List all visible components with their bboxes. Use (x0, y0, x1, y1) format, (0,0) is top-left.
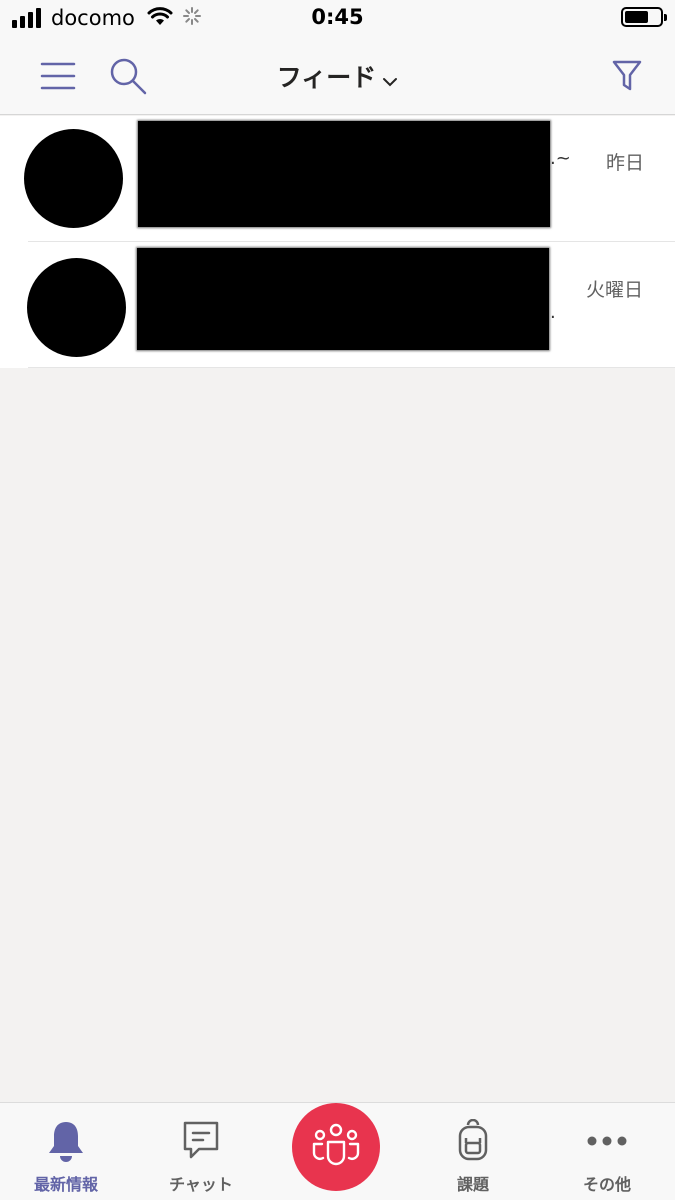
backpack-icon (418, 1117, 528, 1165)
tab-label: 最新情報 (33, 1175, 98, 1194)
feed-item[interactable]: .~ 昨日 (0, 116, 675, 242)
divider (28, 367, 675, 368)
tab-more[interactable]: その他 (552, 1103, 662, 1200)
tab-assignments[interactable]: 課題 (418, 1103, 528, 1200)
page-title: フィード (276, 63, 377, 92)
chat-icon (146, 1117, 256, 1165)
redacted-content (138, 121, 550, 227)
truncation-mark: .~ (550, 148, 571, 169)
app-header: フィード (0, 36, 675, 115)
feed-item-time: 火曜日 (585, 279, 643, 301)
status-bar: docomo 0:45 (0, 0, 675, 36)
feed-item[interactable]: . 火曜日 (0, 242, 675, 368)
feed-item-time: 昨日 (605, 152, 644, 174)
more-icon (552, 1117, 662, 1165)
status-time: 0:45 (311, 5, 364, 29)
feed-list: .~ 昨日 . 火曜日 (0, 116, 675, 368)
tab-label: 課題 (456, 1175, 489, 1194)
truncation-mark: . (550, 302, 556, 323)
chevron-down-icon (382, 65, 398, 94)
tab-label: その他 (582, 1175, 631, 1194)
tab-label: チャット (169, 1175, 233, 1194)
teams-icon (311, 1122, 361, 1172)
tab-chat[interactable]: チャット (146, 1103, 256, 1200)
feed-title-dropdown[interactable]: フィード (0, 58, 675, 94)
filter-icon[interactable] (605, 54, 649, 98)
bell-icon (11, 1117, 121, 1165)
redacted-content (137, 248, 549, 350)
tab-teams[interactable] (292, 1103, 380, 1191)
tab-activity[interactable]: 最新情報 (11, 1103, 121, 1200)
battery-icon (621, 7, 667, 27)
avatar (24, 129, 123, 228)
avatar (27, 258, 126, 357)
